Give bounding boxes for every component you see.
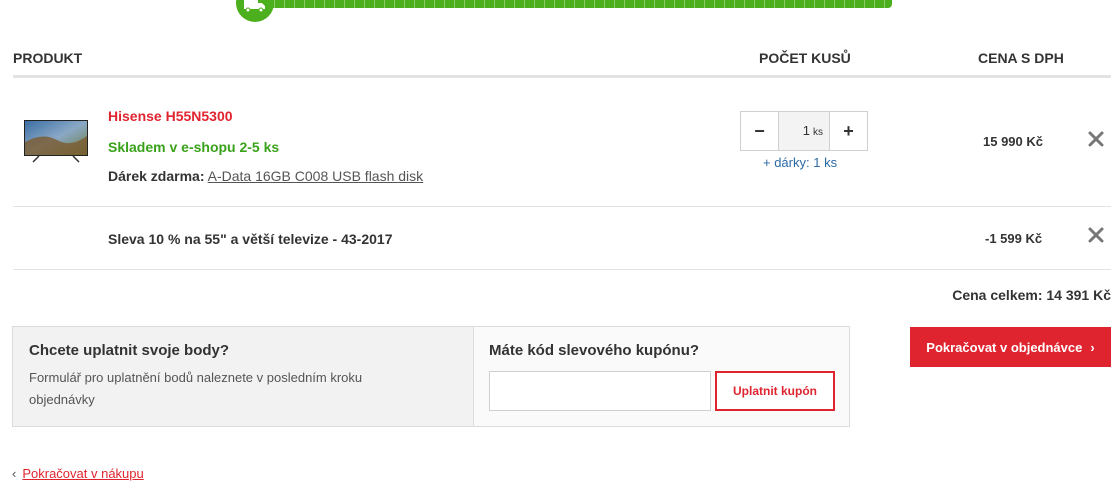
continue-shopping-link[interactable]: ‹ Pokračovat v nákupu [12,466,144,481]
truck-icon [244,0,265,13]
continue-order-label: Pokračovat v objednávce [926,339,1083,355]
gifts-count: 1 ks [813,155,838,170]
header-price: CENA S DPH [978,50,1064,66]
quantity-value: 1 [802,123,810,138]
chevron-right-icon: › [1090,339,1095,355]
cart-total: Cena celkem: 14 391 Kč [952,287,1111,303]
product-name-link[interactable]: Hisense H55N5300 [108,108,233,124]
continue-shopping-label: Pokračovat v nákupu [22,466,144,481]
quantity-increase-button[interactable]: + [829,112,867,150]
gifts-prefix: + dárky: [763,155,810,170]
quantity-input[interactable]: 1 ks [779,112,829,150]
discount-row: Sleva 10 % na 55" a větší televize - 43-… [13,207,1111,270]
stock-status: Skladem v e-shopu 2-5 ks [108,139,280,155]
cart-table-header: PRODUKT POČET KUSŮ CENA S DPH [13,46,1111,78]
remove-discount-button[interactable] [1086,225,1106,245]
remove-item-button[interactable] [1086,129,1106,149]
item-price: 15 990 Kč [983,134,1043,149]
gifts-count-link[interactable]: + dárky: 1 ks [763,155,837,170]
discount-amount: -1 599 Kč [985,231,1043,246]
extras-panel: Chcete uplatnit svoje body? Formulář pro… [12,326,850,427]
gift-label: Dárek zdarma: [108,168,205,184]
truck-step-badge [236,0,274,22]
close-icon [1088,131,1104,147]
points-title: Chcete uplatnit svoje body? [29,342,230,359]
coupon-section: Máte kód slevového kupónu? Uplatnit kupó… [474,327,849,426]
close-icon [1088,227,1104,243]
coupon-code-input[interactable] [489,371,711,411]
discount-description: Sleva 10 % na 55" a větší televize - 43-… [108,231,393,247]
quantity-decrease-button[interactable]: − [741,112,779,150]
checkout-progress-bar [255,0,892,8]
header-product: PRODUKT [13,50,83,66]
cart-item-row: Hisense H55N5300 Skladem v e-shopu 2-5 k… [13,78,1111,207]
product-thumbnail[interactable] [23,118,89,164]
header-quantity: POČET KUSŮ [759,50,851,66]
continue-order-button[interactable]: Pokračovat v objednávce › [910,327,1111,367]
coupon-title: Máte kód slevového kupónu? [489,342,700,359]
quantity-stepper: − 1 ks + [740,111,868,151]
points-description: Formulář pro uplatnění bodů naleznete v … [29,370,363,407]
gift-info: Dárek zdarma: A-Data 16GB C008 USB flash… [108,168,423,184]
quantity-unit: ks [813,127,823,138]
gift-product-link[interactable]: A-Data 16GB C008 USB flash disk [208,168,424,184]
points-section: Chcete uplatnit svoje body? Formulář pro… [13,327,474,426]
chevron-left-icon: ‹ [12,466,17,481]
apply-coupon-button[interactable]: Uplatnit kupón [715,371,835,411]
